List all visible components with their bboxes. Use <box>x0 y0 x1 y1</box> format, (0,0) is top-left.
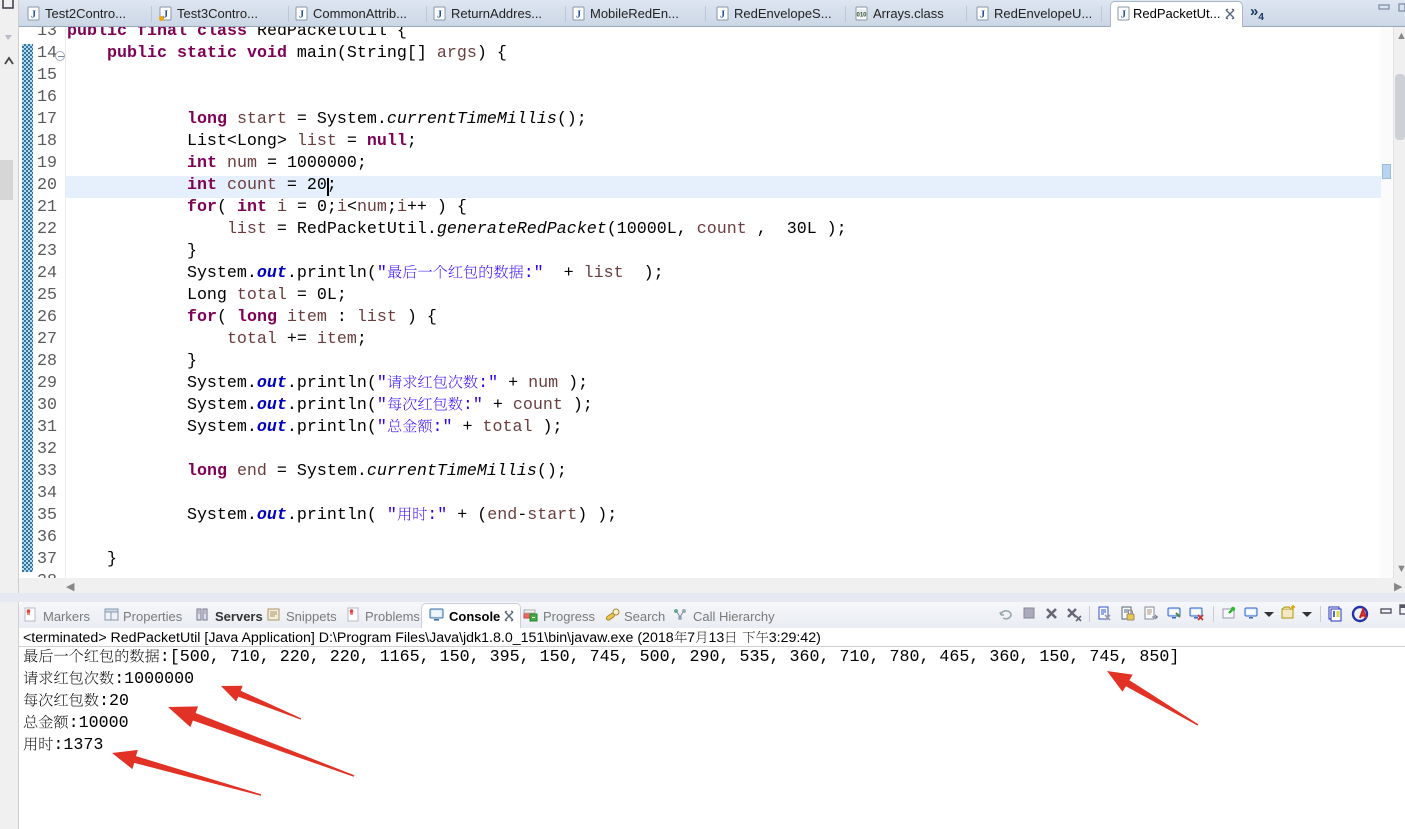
svg-text:J: J <box>1121 10 1126 21</box>
svg-text:J: J <box>980 10 985 21</box>
svg-text:J: J <box>576 10 581 21</box>
svg-text:J: J <box>31 10 36 21</box>
svg-text:J: J <box>299 10 304 21</box>
svg-text:J: J <box>437 10 442 21</box>
svg-text:010: 010 <box>856 13 867 19</box>
svg-text:J: J <box>720 10 725 21</box>
